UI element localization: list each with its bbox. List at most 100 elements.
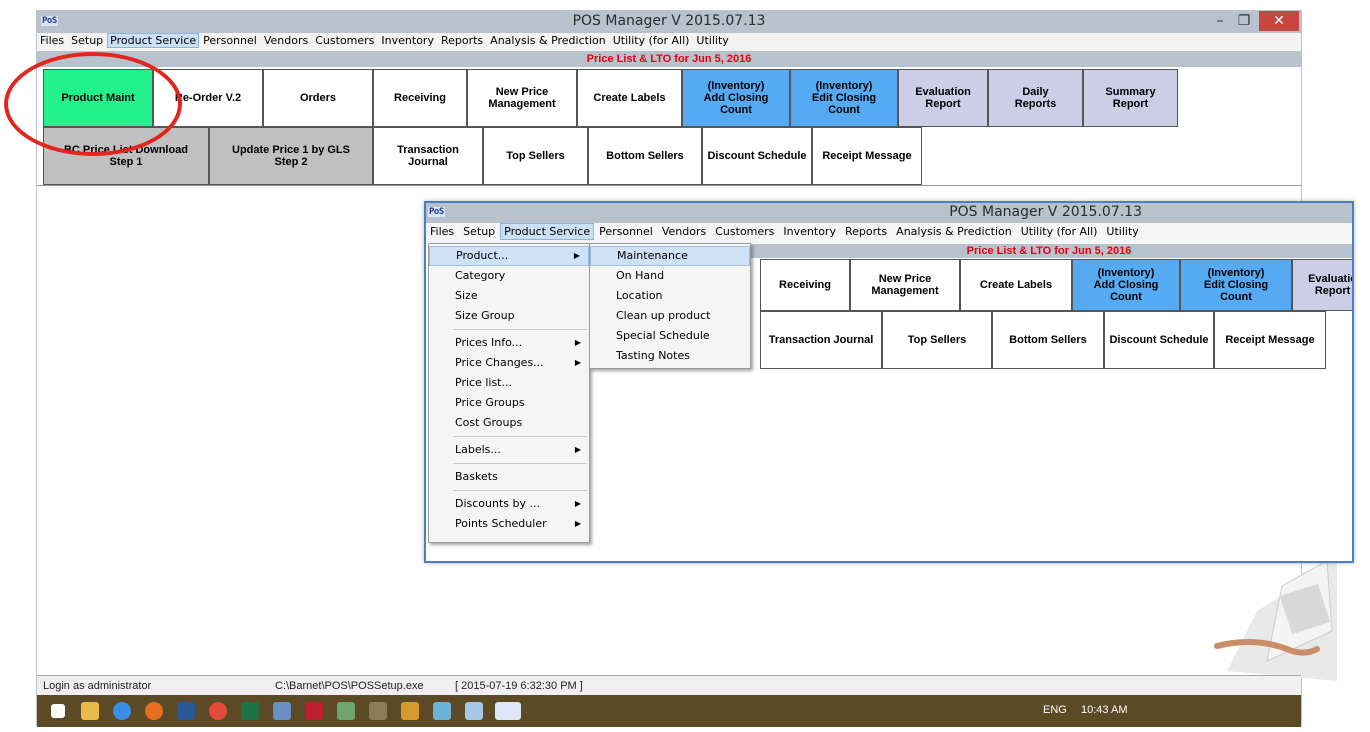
zoom-menu-product-service[interactable]: Product Service xyxy=(500,223,595,240)
summary-report-button[interactable]: Summary Report xyxy=(1083,69,1178,127)
filezilla-icon[interactable] xyxy=(305,702,323,720)
product-service-menu: Product... ▶ Category Size Size Group Pri… xyxy=(428,243,590,543)
edit-closing-count-button[interactable]: (Inventory) Edit Closing Count xyxy=(790,69,898,127)
word-icon[interactable] xyxy=(177,702,195,720)
zoom-title-bar: PoS POS Manager V 2015.07.13 xyxy=(426,203,1352,223)
app-icon-blue[interactable] xyxy=(465,702,483,720)
zoom-menu-customers[interactable]: Customers xyxy=(711,223,778,240)
clock[interactable]: 10:43 AM xyxy=(1081,704,1127,716)
business-hand-image xyxy=(1214,551,1337,681)
create-labels-button[interactable]: Create Labels xyxy=(577,69,682,127)
zoom-top-sellers-button[interactable]: Top Sellers xyxy=(882,311,992,369)
menu-item-discounts-by[interactable]: Discounts by ... ▶ xyxy=(429,494,589,514)
app-icon-green[interactable] xyxy=(337,702,355,720)
zoom-menu-utility-all[interactable]: Utility (for All) xyxy=(1017,223,1102,240)
menu-item-price-changes[interactable]: Price Changes... ▶ xyxy=(429,353,589,373)
app-icon-lightblue[interactable] xyxy=(433,702,451,720)
submenu-item-clean-up-product[interactable]: Clean up product xyxy=(590,306,750,326)
menu-item-product[interactable]: Product... ▶ xyxy=(429,246,589,266)
zoom-add-closing-count-button[interactable]: (Inventory) Add Closing Count xyxy=(1072,259,1180,311)
menu-item-price-list[interactable]: Price list... xyxy=(429,373,589,393)
zoom-app-logo-icon: PoS xyxy=(428,207,445,217)
menu-vendors[interactable]: Vendors xyxy=(261,33,311,48)
start-icon[interactable] xyxy=(51,704,65,718)
zoom-edit-closing-count-button[interactable]: (Inventory) Edit Closing Count xyxy=(1180,259,1292,311)
language-indicator[interactable]: ENG xyxy=(1043,704,1067,716)
menu-separator xyxy=(453,329,587,330)
submenu-item-special-schedule[interactable]: Special Schedule xyxy=(590,326,750,346)
submenu-item-location[interactable]: Location xyxy=(590,286,750,306)
menu-setup[interactable]: Setup xyxy=(68,33,106,48)
menu-item-prices-info[interactable]: Prices Info... ▶ xyxy=(429,333,589,353)
zoom-receipt-message-button[interactable]: Receipt Message xyxy=(1214,311,1326,369)
new-price-management-button[interactable]: New Price Management xyxy=(467,69,577,127)
zoom-evaluation-report-button[interactable]: Evaluatio Report xyxy=(1292,259,1352,311)
submenu-item-on-hand[interactable]: On Hand xyxy=(590,266,750,286)
menu-files[interactable]: Files xyxy=(37,33,67,48)
receiving-button[interactable]: Receiving xyxy=(373,69,467,127)
add-closing-count-button[interactable]: (Inventory) Add Closing Count xyxy=(682,69,790,127)
menu-item-labels[interactable]: Labels... ▶ xyxy=(429,440,589,460)
zoom-new-price-management-button[interactable]: New Price Management xyxy=(850,259,960,311)
file-explorer-icon[interactable] xyxy=(81,702,99,720)
bottom-sellers-button[interactable]: Bottom Sellers xyxy=(588,127,702,185)
zoom-menu-analysis[interactable]: Analysis & Prediction xyxy=(892,223,1016,240)
menu-customers[interactable]: Customers xyxy=(312,33,377,48)
menu-personnel[interactable]: Personnel xyxy=(200,33,260,48)
zoom-discount-schedule-button[interactable]: Discount Schedule xyxy=(1104,311,1214,369)
transaction-journal-button[interactable]: Transaction Journal xyxy=(373,127,483,185)
login-status: Login as administrator xyxy=(43,680,152,692)
maximize-button[interactable]: ❐ xyxy=(1233,11,1255,31)
menu-item-category[interactable]: Category xyxy=(429,266,589,286)
zoom-menu-files[interactable]: Files xyxy=(426,223,458,240)
taskbar: ENG 10:43 AM xyxy=(37,695,1301,727)
zoom-bottom-sellers-button[interactable]: Bottom Sellers xyxy=(992,311,1104,369)
zoom-menu-inventory[interactable]: Inventory xyxy=(779,223,840,240)
menu-item-size[interactable]: Size xyxy=(429,286,589,306)
menu-analysis[interactable]: Analysis & Prediction xyxy=(487,33,609,48)
excel-icon[interactable] xyxy=(241,702,259,720)
chrome-icon[interactable] xyxy=(209,702,227,720)
menu-item-cost-groups[interactable]: Cost Groups xyxy=(429,413,589,433)
network-tool-icon[interactable] xyxy=(273,702,291,720)
menu-item-points-scheduler[interactable]: Points Scheduler ▶ xyxy=(429,514,589,534)
menu-item-baskets[interactable]: Baskets xyxy=(429,467,589,487)
receipt-message-button[interactable]: Receipt Message xyxy=(812,127,922,185)
app-icon-orange[interactable] xyxy=(401,702,419,720)
minimize-button[interactable]: – xyxy=(1209,11,1231,31)
zoom-menu-vendors[interactable]: Vendors xyxy=(658,223,710,240)
ie-icon[interactable] xyxy=(113,702,131,720)
pos-taskbar-icon[interactable] xyxy=(495,702,521,720)
zoom-transaction-journal-button[interactable]: Transaction Journal xyxy=(760,311,882,369)
daily-reports-button[interactable]: Daily Reports xyxy=(988,69,1083,127)
zoom-menu-setup[interactable]: Setup xyxy=(459,223,499,240)
submenu-item-maintenance[interactable]: Maintenance xyxy=(590,246,750,266)
submenu-arrow-icon: ▶ xyxy=(574,358,581,367)
submenu-item-tasting-notes[interactable]: Tasting Notes xyxy=(590,346,750,366)
discount-schedule-button[interactable]: Discount Schedule xyxy=(702,127,812,185)
evaluation-report-button[interactable]: Evaluation Report xyxy=(898,69,988,127)
menu-utility[interactable]: Utility xyxy=(693,33,731,48)
update-price-gls-button[interactable]: Update Price 1 by GLS Step 2 xyxy=(209,127,373,185)
submenu-arrow-icon: ▶ xyxy=(573,251,580,260)
zoom-menu-utility[interactable]: Utility xyxy=(1102,223,1142,240)
menu-item-size-group[interactable]: Size Group xyxy=(429,306,589,326)
menu-bar: Files Setup Product Service Personnel Vendor… xyxy=(37,33,1301,51)
menu-item-price-groups[interactable]: Price Groups xyxy=(429,393,589,413)
firefox-icon[interactable] xyxy=(145,702,163,720)
zoom-menu-personnel[interactable]: Personnel xyxy=(595,223,657,240)
close-button[interactable]: ✕ xyxy=(1259,11,1299,31)
title-bar: PoS POS Manager V 2015.07.13 – ❐ ✕ xyxy=(37,11,1301,33)
orders-button[interactable]: Orders xyxy=(263,69,373,127)
zoom-receiving-button[interactable]: Receiving xyxy=(760,259,850,311)
menu-utility-all[interactable]: Utility (for All) xyxy=(610,33,693,48)
menu-product-service[interactable]: Product Service xyxy=(107,33,200,48)
app-icon-brown[interactable] xyxy=(369,702,387,720)
zoom-create-labels-button[interactable]: Create Labels xyxy=(960,259,1072,311)
menu-inventory[interactable]: Inventory xyxy=(378,33,437,48)
top-sellers-button[interactable]: Top Sellers xyxy=(483,127,588,185)
menu-reports[interactable]: Reports xyxy=(438,33,486,48)
window-title: POS Manager V 2015.07.13 xyxy=(572,13,766,29)
menu-separator xyxy=(453,436,587,437)
zoom-menu-reports[interactable]: Reports xyxy=(841,223,891,240)
